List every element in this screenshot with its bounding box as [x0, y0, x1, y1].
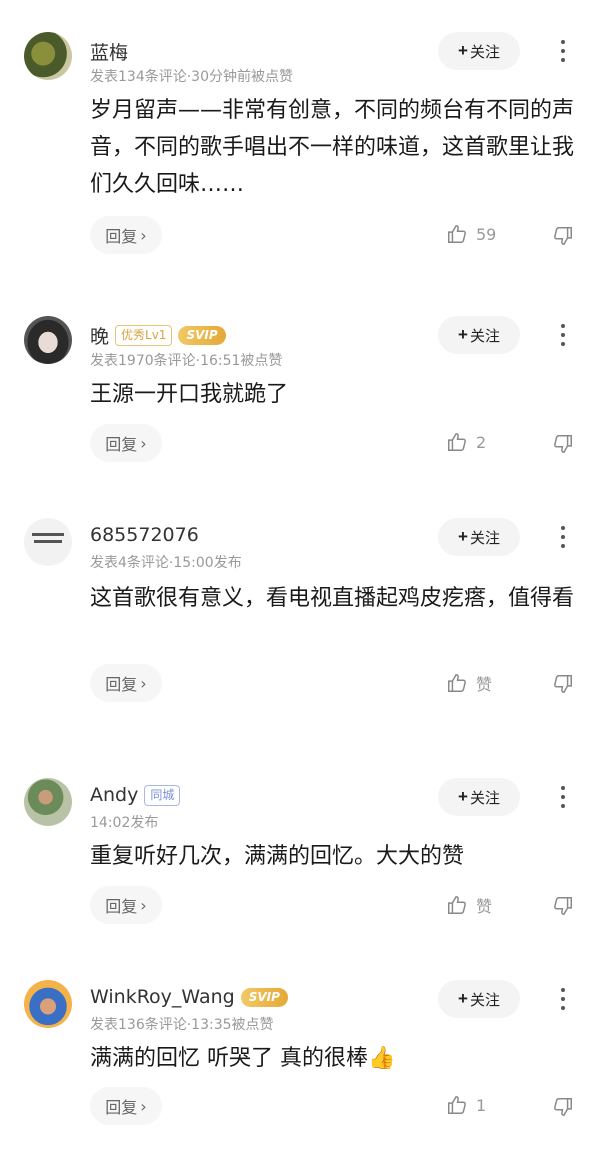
avatar[interactable] [24, 980, 72, 1028]
thumbs-down-icon[interactable] [552, 433, 574, 459]
reply-button[interactable]: 回复 › [90, 664, 162, 702]
follow-button[interactable]: + 关注 [438, 980, 520, 1018]
like-button[interactable]: 2 [446, 431, 486, 453]
username[interactable]: Andy [90, 784, 138, 806]
comment-meta: 发表136条评论·13:35被点赞 [90, 1017, 274, 1033]
plus-icon: + [458, 325, 468, 344]
comment-text: 王源一开口我就跪了 [90, 382, 289, 407]
chevron-right-icon: › [140, 225, 147, 245]
more-options-icon[interactable] [548, 520, 578, 554]
thumbs-down-icon[interactable] [552, 673, 574, 699]
thumbs-up-icon [446, 431, 468, 453]
plus-icon: + [458, 527, 468, 546]
username[interactable]: 晚 [90, 322, 109, 349]
thumbs-up-icon [446, 672, 468, 694]
thumbs-up-icon [446, 894, 468, 916]
chevron-right-icon: › [140, 673, 147, 693]
plus-icon: + [458, 989, 468, 1008]
like-button[interactable]: 1 [446, 1094, 486, 1116]
like-count: 1 [476, 1095, 487, 1115]
comment-meta: 发表4条评论·15:00发布 [90, 555, 242, 571]
comment-text: 满满的回忆 听哭了 真的很棒👍 [90, 1046, 396, 1071]
avatar[interactable] [24, 32, 72, 80]
comment-text: 这首歌很有意义，看电视直播起鸡皮疙瘩，值得看 [90, 586, 575, 611]
thumbs-down-icon[interactable] [552, 225, 574, 251]
avatar[interactable] [24, 316, 72, 364]
comment-meta: 发表1970条评论·16:51被点赞 [90, 353, 283, 369]
thumbs-down-icon[interactable] [552, 1096, 574, 1122]
follow-button[interactable]: + 关注 [438, 778, 520, 816]
comment-meta: 14:02发布 [90, 815, 159, 831]
more-options-icon[interactable] [548, 34, 578, 68]
level-badge: 优秀Lv1 [115, 325, 173, 346]
reply-button[interactable]: 回复 › [90, 216, 162, 254]
follow-button[interactable]: + 关注 [438, 518, 520, 556]
like-count: 赞 [476, 897, 493, 916]
chevron-right-icon: › [140, 895, 147, 915]
same-city-badge: 同城 [144, 784, 181, 806]
avatar[interactable] [24, 518, 72, 566]
comment-text: 重复听好几次，满满的回忆。大大的赞 [90, 844, 465, 869]
avatar[interactable] [24, 778, 72, 826]
thumbs-down-icon[interactable] [552, 895, 574, 921]
comment-text: 岁月留声——非常有创意，不同的频台有不同的声音，不同的歌手唱出不一样的味道，这首… [90, 98, 575, 197]
like-button[interactable]: 赞 [446, 671, 492, 695]
follow-button[interactable]: + 关注 [438, 32, 520, 70]
reply-button[interactable]: 回复 › [90, 886, 162, 924]
thumbs-up-icon [446, 223, 468, 245]
thumbs-up-icon [446, 1094, 468, 1116]
svip-badge: SVIP [178, 326, 226, 345]
like-count: 赞 [476, 675, 493, 694]
chevron-right-icon: › [140, 1096, 147, 1116]
like-button[interactable]: 59 [446, 223, 496, 245]
more-options-icon[interactable] [548, 982, 578, 1016]
plus-icon: + [458, 787, 468, 806]
username[interactable]: 蓝梅 [90, 38, 128, 65]
chevron-right-icon: › [140, 433, 147, 453]
like-button[interactable]: 赞 [446, 893, 492, 917]
username[interactable]: 685572076 [90, 524, 199, 546]
like-count: 59 [476, 224, 497, 244]
username[interactable]: WinkRoy_Wang [90, 986, 235, 1008]
comment-meta: 发表134条评论·30分钟前被点赞 [90, 69, 293, 85]
more-options-icon[interactable] [548, 780, 578, 814]
reply-button[interactable]: 回复 › [90, 1087, 162, 1125]
like-count: 2 [476, 432, 487, 452]
svip-badge: SVIP [240, 987, 288, 1007]
plus-icon: + [458, 41, 468, 60]
reply-button[interactable]: 回复 › [90, 424, 162, 462]
more-options-icon[interactable] [548, 318, 578, 352]
follow-button[interactable]: + 关注 [438, 316, 520, 354]
